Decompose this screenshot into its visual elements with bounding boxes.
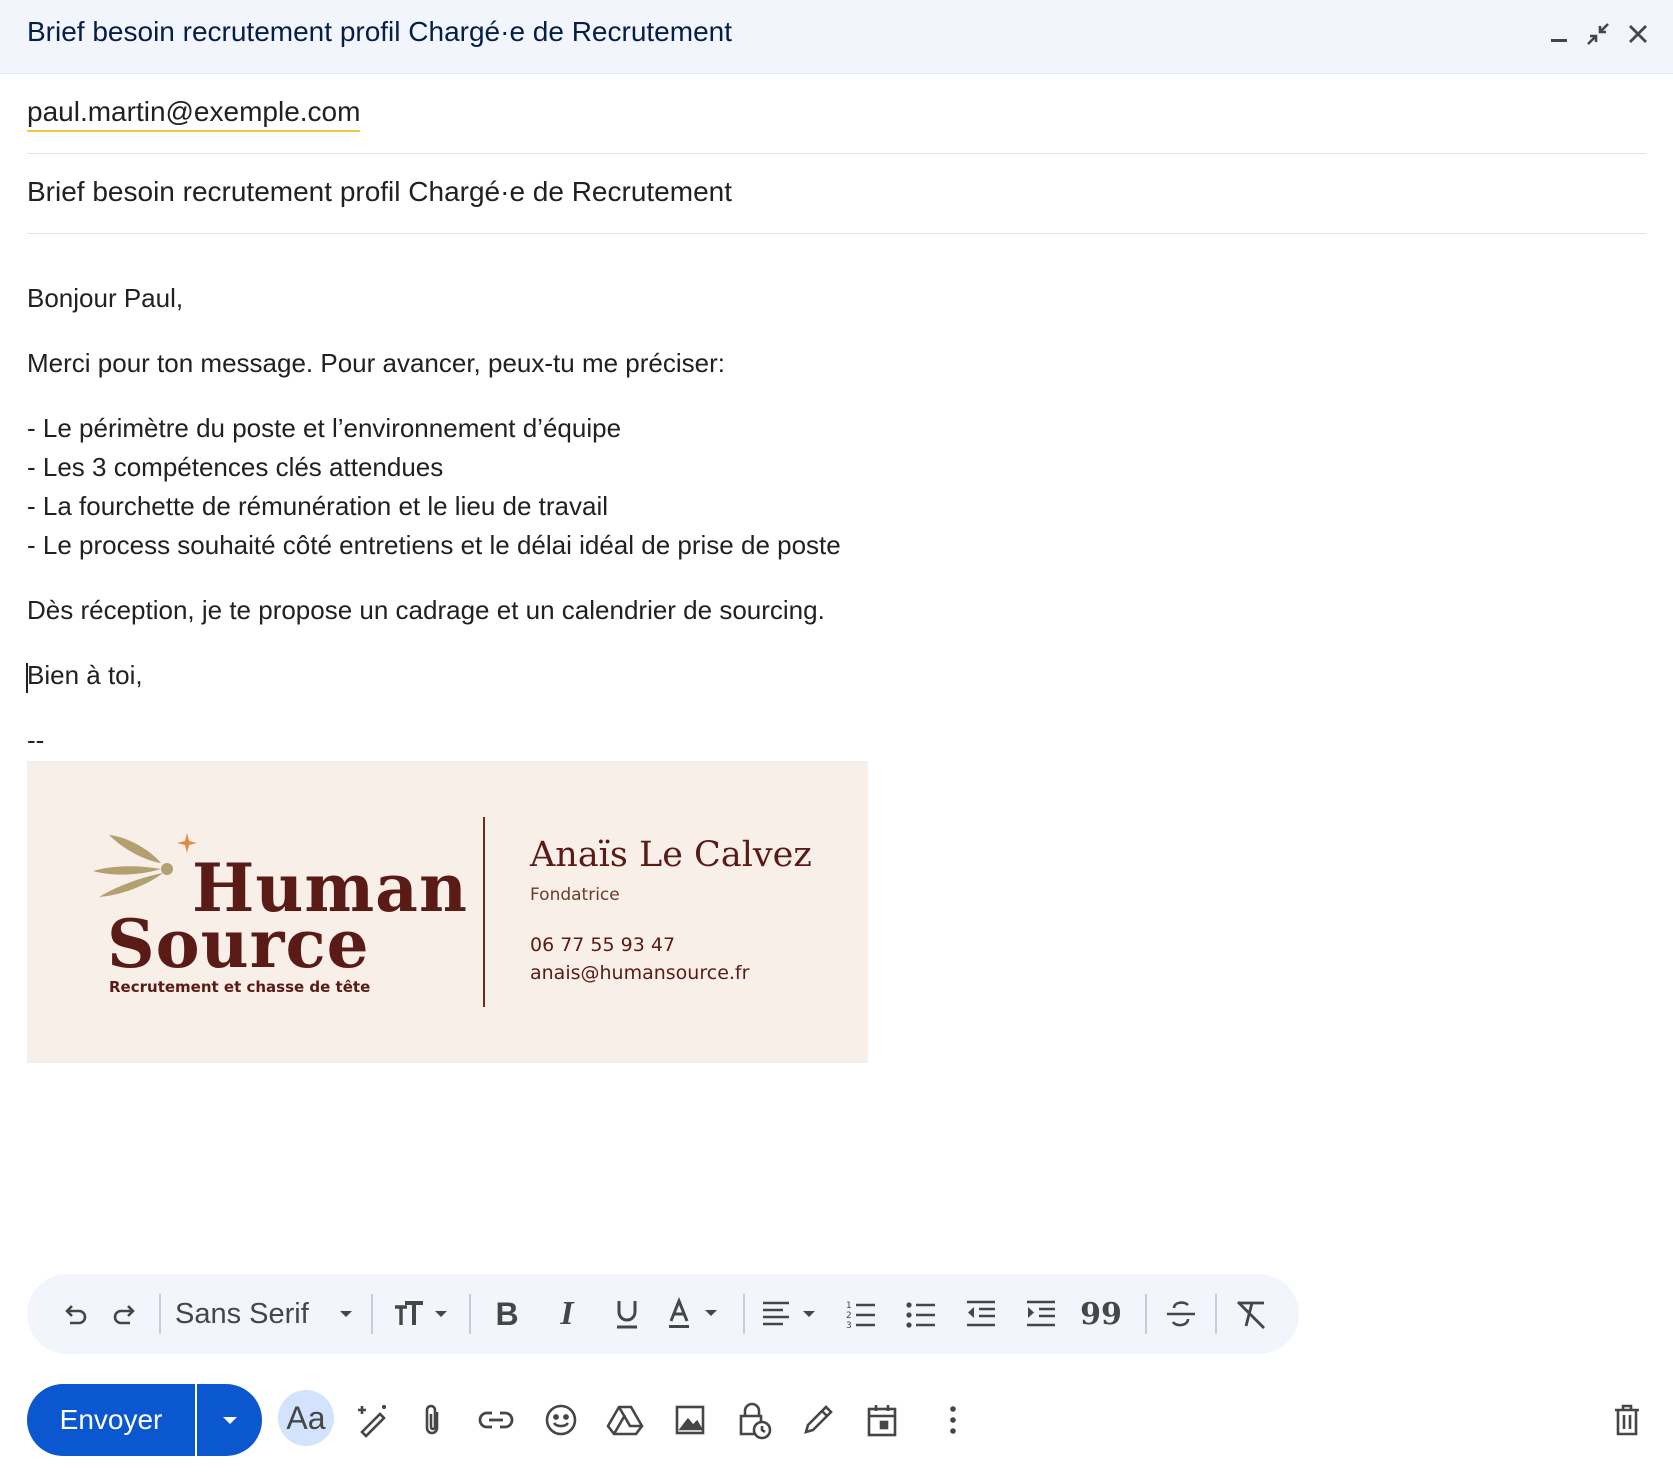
body-bullet[interactable]: - Le process souhaité côté entretiens et…: [27, 530, 841, 561]
recipient-chip[interactable]: paul.martin@exemple.com: [27, 96, 361, 132]
chevron-down-icon: [222, 1417, 237, 1424]
body-greeting[interactable]: Bonjour Paul,: [27, 283, 183, 314]
exit-fullscreen-icon[interactable]: [1582, 18, 1614, 50]
send-button[interactable]: Envoyer: [27, 1384, 195, 1456]
body-signoff[interactable]: Bien à toi,: [27, 660, 143, 691]
image-icon[interactable]: [662, 1384, 718, 1456]
signature-name: Anaïs Le Calvez: [530, 835, 812, 875]
underline-icon[interactable]: [599, 1274, 655, 1354]
italic-icon[interactable]: I: [539, 1274, 595, 1354]
text-size-icon[interactable]: [383, 1274, 463, 1354]
toolbar-separator: [469, 1294, 471, 1334]
help-me-write-icon[interactable]: [344, 1384, 400, 1456]
bold-icon[interactable]: B: [479, 1274, 535, 1354]
body-closing[interactable]: Dès réception, je te propose un cadrage …: [27, 595, 825, 626]
strikethrough-icon[interactable]: [1153, 1274, 1209, 1354]
confidential-icon[interactable]: [726, 1384, 782, 1456]
compose-title: Brief besoin recrutement profil Chargé·e…: [27, 16, 733, 47]
toolbar-separator: [743, 1294, 745, 1334]
send-button-group: Envoyer: [27, 1384, 262, 1456]
signature-separator: --: [27, 725, 45, 755]
signature-phone: 06 77 55 93 47: [530, 934, 676, 956]
chevron-down-icon: [339, 1311, 352, 1317]
numbered-list-icon[interactable]: 1 2 3: [833, 1274, 889, 1354]
body-bullet[interactable]: - Les 3 compétences clés attendues: [27, 452, 443, 483]
font-dropdown[interactable]: Sans Serif: [169, 1274, 369, 1354]
toolbar-separator: [1145, 1294, 1147, 1334]
font-name: Sans Serif: [175, 1297, 309, 1330]
formatting-options-button[interactable]: Aa: [278, 1390, 334, 1446]
link-icon[interactable]: [468, 1384, 524, 1456]
body-bullet[interactable]: - Le périmètre du poste et l’environneme…: [27, 413, 621, 444]
logo-wordmark-source: Source: [107, 905, 370, 983]
text-color-icon[interactable]: [659, 1274, 731, 1354]
toolbar-separator: [1215, 1294, 1217, 1334]
emoji-icon[interactable]: [533, 1384, 589, 1456]
trash-icon[interactable]: [1599, 1384, 1655, 1456]
toolbar-separator: [371, 1294, 373, 1334]
signature-icon[interactable]: [790, 1384, 846, 1456]
body-bullet[interactable]: - La fourchette de rémunération et le li…: [27, 491, 608, 522]
signature-email: anais@humansource.fr: [530, 962, 750, 984]
dragonfly-logo-icon: [93, 833, 197, 897]
send-options-button[interactable]: [197, 1384, 262, 1456]
redo-icon[interactable]: [101, 1274, 149, 1354]
logo-tagline: Recrutement et chasse de tête: [109, 978, 371, 996]
compose-title-bar[interactable]: Brief besoin recrutement profil Chargé·e…: [0, 0, 1673, 74]
body-intro[interactable]: Merci pour ton message. Pour avancer, pe…: [27, 348, 725, 379]
to-field[interactable]: paul.martin@exemple.com: [27, 74, 1646, 154]
attach-icon[interactable]: [404, 1384, 460, 1456]
formatting-toolbar: Sans Serif B I 1 2 3 99: [27, 1274, 1299, 1354]
quote-icon[interactable]: 99: [1073, 1274, 1129, 1354]
email-signature: Human Source Recrutement et chasse de tê…: [27, 761, 868, 1063]
text-caret: [26, 663, 28, 693]
indent-more-icon[interactable]: [1013, 1274, 1069, 1354]
signature-divider: [483, 817, 485, 1007]
schedule-icon[interactable]: [854, 1384, 910, 1456]
undo-icon[interactable]: [51, 1274, 99, 1354]
svg-text:2: 2: [846, 1311, 852, 1321]
drive-icon[interactable]: [597, 1384, 653, 1456]
align-icon[interactable]: [755, 1274, 827, 1354]
bulleted-list-icon[interactable]: [893, 1274, 949, 1354]
indent-less-icon[interactable]: [953, 1274, 1009, 1354]
subject-input[interactable]: Brief besoin recrutement profil Chargé·e…: [27, 176, 732, 208]
toolbar-separator: [159, 1294, 161, 1334]
svg-text:1: 1: [846, 1301, 852, 1311]
signature-role: Fondatrice: [530, 885, 620, 905]
close-icon[interactable]: [1622, 18, 1654, 50]
remove-formatting-icon[interactable]: [1223, 1274, 1279, 1354]
subject-field[interactable]: Brief besoin recrutement profil Chargé·e…: [27, 154, 1646, 234]
minimize-icon[interactable]: [1543, 18, 1575, 50]
more-options-icon[interactable]: [925, 1384, 981, 1456]
svg-text:3: 3: [846, 1321, 852, 1330]
